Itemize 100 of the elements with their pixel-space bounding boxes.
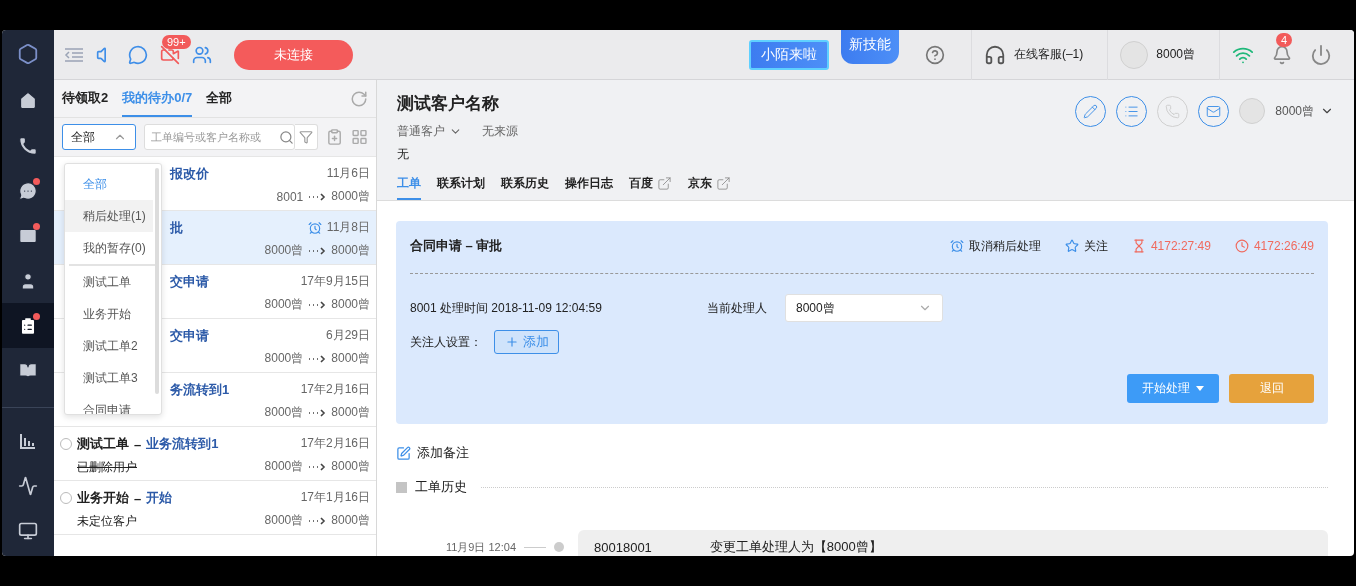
search-field[interactable]: 工单编号或客户名称或 xyxy=(144,124,295,150)
pencil-icon xyxy=(1083,103,1099,119)
radio-button[interactable] xyxy=(60,492,72,504)
avatar xyxy=(1239,98,1266,124)
transfer-arrow-icon xyxy=(308,408,327,417)
ticket-stage: 务流转到1 xyxy=(170,381,230,399)
clock-icon xyxy=(1234,239,1249,253)
home-icon xyxy=(18,90,38,111)
ticket-date: 17年1月16日 xyxy=(300,489,370,506)
bell-icon[interactable] xyxy=(1272,44,1292,65)
ticket-stage: 批 xyxy=(170,219,183,237)
sidebar-item[interactable] xyxy=(2,303,54,348)
ticket-stage: 报改价 xyxy=(170,165,209,183)
ticket-date: 17年9月15日 xyxy=(300,273,370,290)
grid-icon[interactable] xyxy=(350,128,368,146)
transfer-arrow-icon xyxy=(308,354,327,363)
from-agent: 8000曾 xyxy=(264,242,304,259)
ticket-date: 6月29日 xyxy=(325,327,370,344)
radio-button[interactable] xyxy=(60,438,72,450)
handler-info: 8001 处理时间 2018-11-09 12:04:59 xyxy=(410,299,603,317)
tab[interactable]: 联系计划 xyxy=(437,171,485,200)
ticket-date: 11月8日 xyxy=(326,219,370,236)
chat-icon xyxy=(18,180,38,201)
power-icon[interactable] xyxy=(1310,43,1332,66)
ticket-stage: 交申请 xyxy=(170,273,209,291)
tab[interactable]: 操作日志 xyxy=(565,171,613,200)
tab[interactable]: 全部 xyxy=(206,80,233,117)
history-time: 11月9日 12:04 xyxy=(444,539,516,555)
menu-item[interactable]: 全部 xyxy=(65,168,153,200)
list-icon xyxy=(1124,103,1140,119)
add-note-link[interactable]: 添加备注 xyxy=(417,444,469,462)
collapse-menu-icon[interactable] xyxy=(64,46,84,63)
from-agent: 8000曾 xyxy=(264,350,304,367)
ticket-stage: 交申请 xyxy=(170,327,209,345)
section-title: 工单历史 xyxy=(415,478,467,496)
menu-item[interactable]: 我的暂存(0) xyxy=(65,232,153,264)
video-off-icon[interactable] xyxy=(160,44,180,65)
history-user: 80018001 xyxy=(594,539,652,555)
history-action: 变更工单处理人为【8000曾】 xyxy=(709,538,882,556)
phone-icon xyxy=(1165,103,1181,119)
transfer-arrow-icon xyxy=(308,192,327,201)
customer-name: 测试客户名称 xyxy=(397,93,500,115)
snooze-link[interactable]: 取消稍后处理 xyxy=(949,237,1041,255)
scrollbar[interactable] xyxy=(155,168,159,394)
to-agent: 8000曾 xyxy=(331,188,370,205)
filter-select[interactable]: 全部 xyxy=(62,124,136,150)
search-icon[interactable] xyxy=(279,129,294,145)
edit-note-icon[interactable] xyxy=(396,445,411,461)
user-name[interactable]: 8000曾 xyxy=(1156,46,1195,63)
add-document-icon[interactable] xyxy=(325,128,343,146)
countdown-timer: 4172:27:49 xyxy=(1131,239,1211,253)
square-icon xyxy=(396,481,407,493)
transfer-arrow-icon xyxy=(308,462,327,471)
promo-banner[interactable]: 小陌来啦 xyxy=(748,39,829,70)
headset-icon[interactable] xyxy=(983,43,1006,66)
from-agent: 8001 xyxy=(276,189,304,204)
service-status[interactable]: 在线客服(–1) xyxy=(1013,46,1084,63)
ticket-date: 17年2月16日 xyxy=(300,435,370,452)
count-badge: 4 xyxy=(1276,32,1293,47)
tab[interactable]: 待领取2 xyxy=(62,80,109,117)
pulse-icon xyxy=(18,475,38,496)
menu-item[interactable]: 测试工单2 xyxy=(65,330,153,362)
follow-link[interactable]: 关注 xyxy=(1064,237,1108,255)
menu-item[interactable]: 稍后处理(1) xyxy=(65,200,153,232)
filter-icon xyxy=(298,130,313,144)
monitor-icon xyxy=(18,520,38,541)
to-agent: 8000曾 xyxy=(331,512,370,529)
filter-button[interactable] xyxy=(295,124,318,150)
customer-type[interactable]: 普通客户 xyxy=(397,123,462,140)
menu-item[interactable]: 测试工单 xyxy=(65,266,153,298)
to-agent: 8000曾 xyxy=(331,242,370,259)
bar-chart-icon[interactable] xyxy=(19,431,37,450)
handler-label: 当前处理人 xyxy=(707,299,767,317)
tab[interactable]: 百度 xyxy=(629,171,672,200)
hourglass-icon xyxy=(1131,239,1146,253)
watchers-label: 关注人设置： xyxy=(410,333,482,351)
tab[interactable]: 联系历史 xyxy=(501,171,549,200)
refresh-icon[interactable] xyxy=(350,89,368,108)
customer-note: 无 xyxy=(397,146,410,163)
from-agent: 8000曾 xyxy=(264,512,304,529)
customer-name: 已删除用户 xyxy=(77,459,138,476)
ticket-date: 17年2月16日 xyxy=(300,381,370,398)
ticket-type: 业务开始 xyxy=(77,489,129,507)
chat-icon[interactable] xyxy=(128,44,148,65)
timeline-dot xyxy=(554,542,564,552)
ticket-stage: 业务流转到1 xyxy=(146,435,219,453)
promo-banner[interactable]: 新技能 xyxy=(840,30,899,64)
tab[interactable]: 京东 xyxy=(688,171,731,200)
to-agent: 8000曾 xyxy=(331,350,370,367)
users-icon[interactable] xyxy=(192,44,212,65)
plus-icon xyxy=(504,335,519,349)
phone-icon xyxy=(18,135,38,156)
ticket-stage: 开始 xyxy=(146,489,173,507)
ticket-type: 测试工单 xyxy=(77,435,129,453)
owner-select[interactable]: 8000曾 xyxy=(1275,102,1334,120)
transfer-arrow-icon xyxy=(308,516,327,525)
from-agent: 8000曾 xyxy=(264,404,304,421)
handler-select[interactable]: 8000曾 xyxy=(785,294,943,322)
star-icon xyxy=(1064,239,1079,253)
help-icon[interactable] xyxy=(924,44,945,65)
